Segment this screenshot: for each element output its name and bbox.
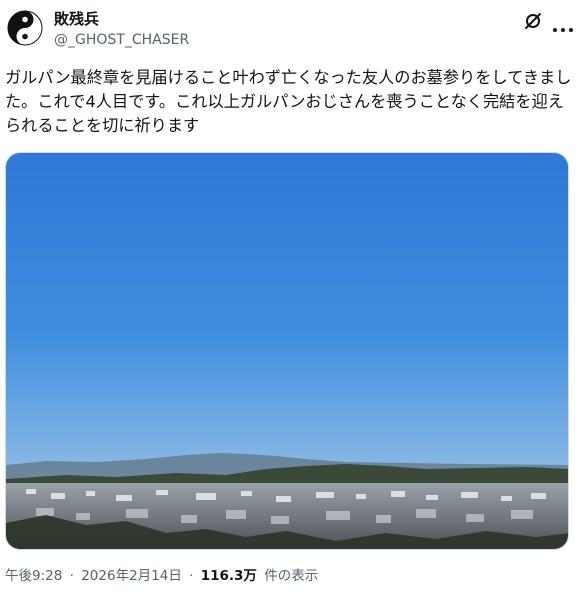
author-avatar[interactable] [5, 8, 45, 48]
yin-yang-icon [5, 8, 45, 48]
post-text: ガルパン最終章を見届けること叶わず亡くなった友人のお墓参りをしてきました。これで… [5, 68, 572, 135]
post-photo[interactable] [5, 152, 569, 550]
post-header: 敗残兵 @_GHOST_CHASER [0, 0, 584, 60]
more-options-icon[interactable] [552, 18, 574, 32]
post-date[interactable]: 2026年2月14日 [81, 568, 182, 584]
post-meta: 午後9:28 · 2026年2月14日 · 116.3万 件の表示 [5, 566, 318, 586]
meta-separator: · [189, 568, 194, 584]
grok-icon[interactable] [523, 11, 543, 31]
views-label: 件の表示 [264, 568, 319, 584]
author-display-name[interactable]: 敗残兵 [54, 10, 99, 28]
meta-separator: · [69, 568, 74, 584]
post-time[interactable]: 午後9:28 [5, 568, 62, 584]
author-handle[interactable]: @_GHOST_CHASER [54, 31, 189, 49]
views-count: 116.3万 [200, 568, 257, 584]
landscape-photo [6, 153, 568, 549]
